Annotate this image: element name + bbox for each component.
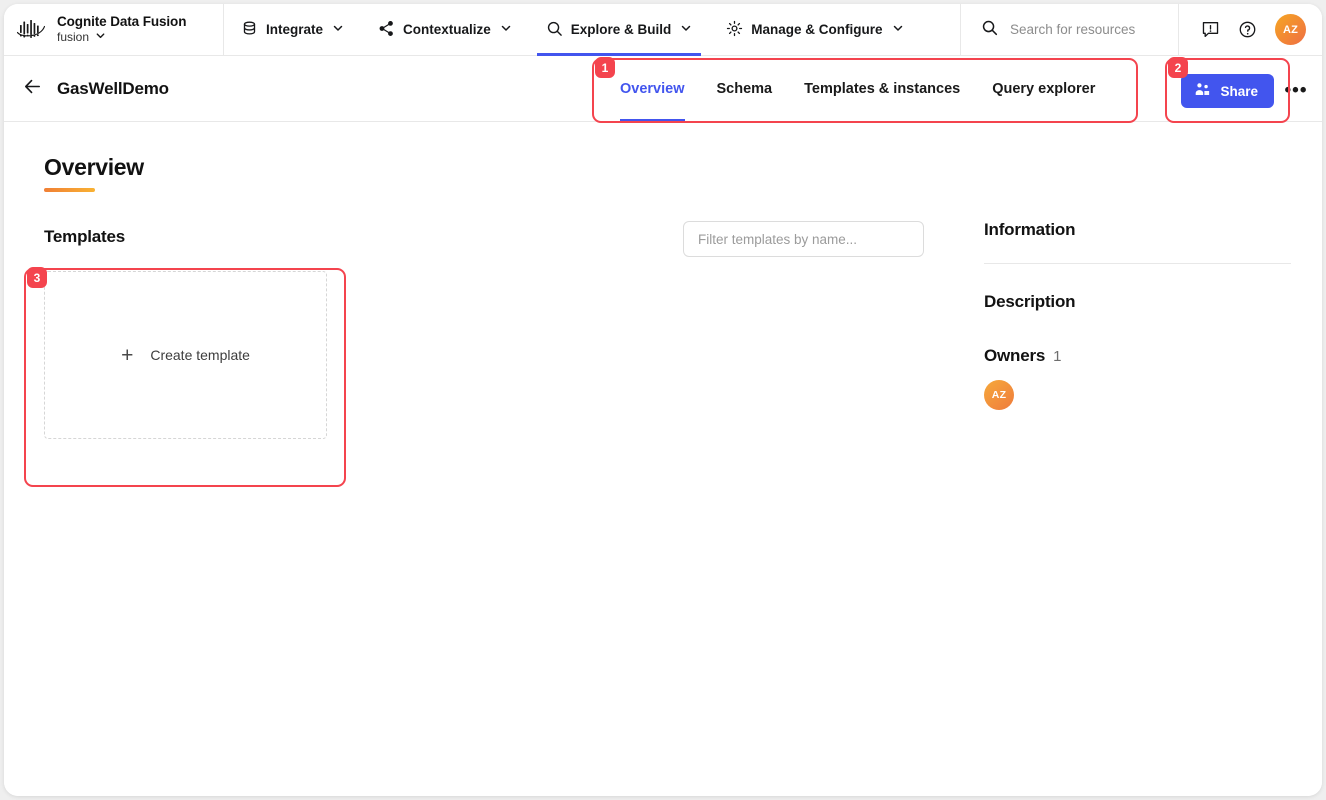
chevron-down-icon bbox=[332, 22, 344, 37]
database-icon bbox=[241, 20, 258, 40]
information-title: Information bbox=[984, 220, 1076, 239]
overview-heading: Overview bbox=[44, 154, 144, 192]
nav-item-contextualize[interactable]: Contextualize bbox=[361, 4, 529, 56]
page-title: GasWellDemo bbox=[57, 79, 169, 98]
create-template-label: Create template bbox=[150, 347, 250, 363]
share-nodes-icon bbox=[378, 20, 395, 40]
chevron-down-icon bbox=[500, 22, 512, 37]
gear-icon bbox=[726, 20, 743, 40]
filter-templates-input[interactable] bbox=[683, 221, 924, 257]
chevron-down-icon bbox=[680, 22, 692, 37]
header-actions: AZ bbox=[1178, 4, 1322, 55]
page-subheader: GasWellDemo Overview Schema Templates & … bbox=[4, 56, 1322, 122]
description-label: Description bbox=[984, 292, 1076, 311]
tab-schema[interactable]: Schema bbox=[701, 56, 789, 122]
share-button-label: Share bbox=[1220, 83, 1258, 99]
nav-item-label: Integrate bbox=[266, 22, 324, 37]
project-selector[interactable]: fusion bbox=[57, 30, 186, 45]
create-template-card[interactable]: + Create template bbox=[44, 271, 327, 439]
chevron-down-icon bbox=[892, 22, 904, 37]
tab-label: Templates & instances bbox=[804, 81, 961, 97]
nav-item-integrate[interactable]: Integrate bbox=[224, 4, 361, 56]
share-button[interactable]: Share bbox=[1181, 74, 1274, 108]
brand-text: Cognite Data Fusion fusion bbox=[57, 14, 186, 45]
global-search[interactable]: Search for resources bbox=[960, 4, 1178, 55]
divider bbox=[984, 263, 1291, 264]
nav-item-label: Manage & Configure bbox=[751, 22, 883, 37]
more-options-icon[interactable]: ••• bbox=[1284, 80, 1308, 101]
chevron-down-icon bbox=[95, 30, 106, 45]
search-icon bbox=[546, 20, 563, 40]
project-name: fusion bbox=[57, 30, 90, 44]
feedback-icon[interactable] bbox=[1201, 20, 1220, 39]
owners-row: Owners 1 bbox=[984, 346, 1291, 366]
cognite-logo-icon bbox=[16, 17, 46, 43]
tab-query-explorer[interactable]: Query explorer bbox=[976, 56, 1111, 122]
owner-avatar[interactable]: AZ bbox=[984, 380, 1014, 410]
section-title: Overview bbox=[44, 154, 144, 180]
owners-count: 1 bbox=[1053, 348, 1062, 365]
tabs-group: Overview Schema Templates & instances Qu… bbox=[604, 56, 1111, 122]
templates-heading: Templates bbox=[44, 227, 126, 246]
tab-label: Query explorer bbox=[992, 81, 1096, 97]
tab-label: Schema bbox=[716, 81, 773, 97]
nav-item-label: Contextualize bbox=[403, 22, 491, 37]
nav-item-manage-and-configure[interactable]: Manage & Configure bbox=[709, 4, 920, 56]
tab-overview[interactable]: Overview bbox=[604, 56, 701, 122]
search-input[interactable]: Search for resources bbox=[1010, 22, 1135, 37]
back-navigation[interactable]: GasWellDemo bbox=[22, 56, 169, 122]
tab-label: Overview bbox=[620, 81, 685, 97]
nav-item-explore-and-build[interactable]: Explore & Build bbox=[529, 4, 710, 56]
brand-block[interactable]: Cognite Data Fusion fusion bbox=[4, 4, 224, 55]
people-group-icon bbox=[1194, 81, 1211, 101]
avatar[interactable]: AZ bbox=[1275, 14, 1306, 45]
arrow-left-icon[interactable] bbox=[22, 76, 43, 102]
information-panel: Information Description Owners 1 AZ bbox=[984, 220, 1291, 410]
nav-item-label: Explore & Build bbox=[570, 22, 672, 37]
primary-nav: Integrate Contextualize Explore & Build … bbox=[224, 4, 960, 56]
title-underline bbox=[44, 188, 95, 192]
global-header: Cognite Data Fusion fusion Integrate Con… bbox=[4, 4, 1322, 56]
main-content: Overview Templates + Create template Inf… bbox=[4, 122, 1322, 796]
application-window: Cognite Data Fusion fusion Integrate Con… bbox=[4, 4, 1322, 796]
tab-templates-and-instances[interactable]: Templates & instances bbox=[788, 56, 976, 122]
app-title: Cognite Data Fusion bbox=[57, 14, 187, 29]
owners-label: Owners bbox=[984, 346, 1046, 365]
help-circle-icon[interactable] bbox=[1238, 20, 1257, 39]
search-icon bbox=[981, 19, 998, 41]
plus-icon: + bbox=[121, 343, 134, 367]
